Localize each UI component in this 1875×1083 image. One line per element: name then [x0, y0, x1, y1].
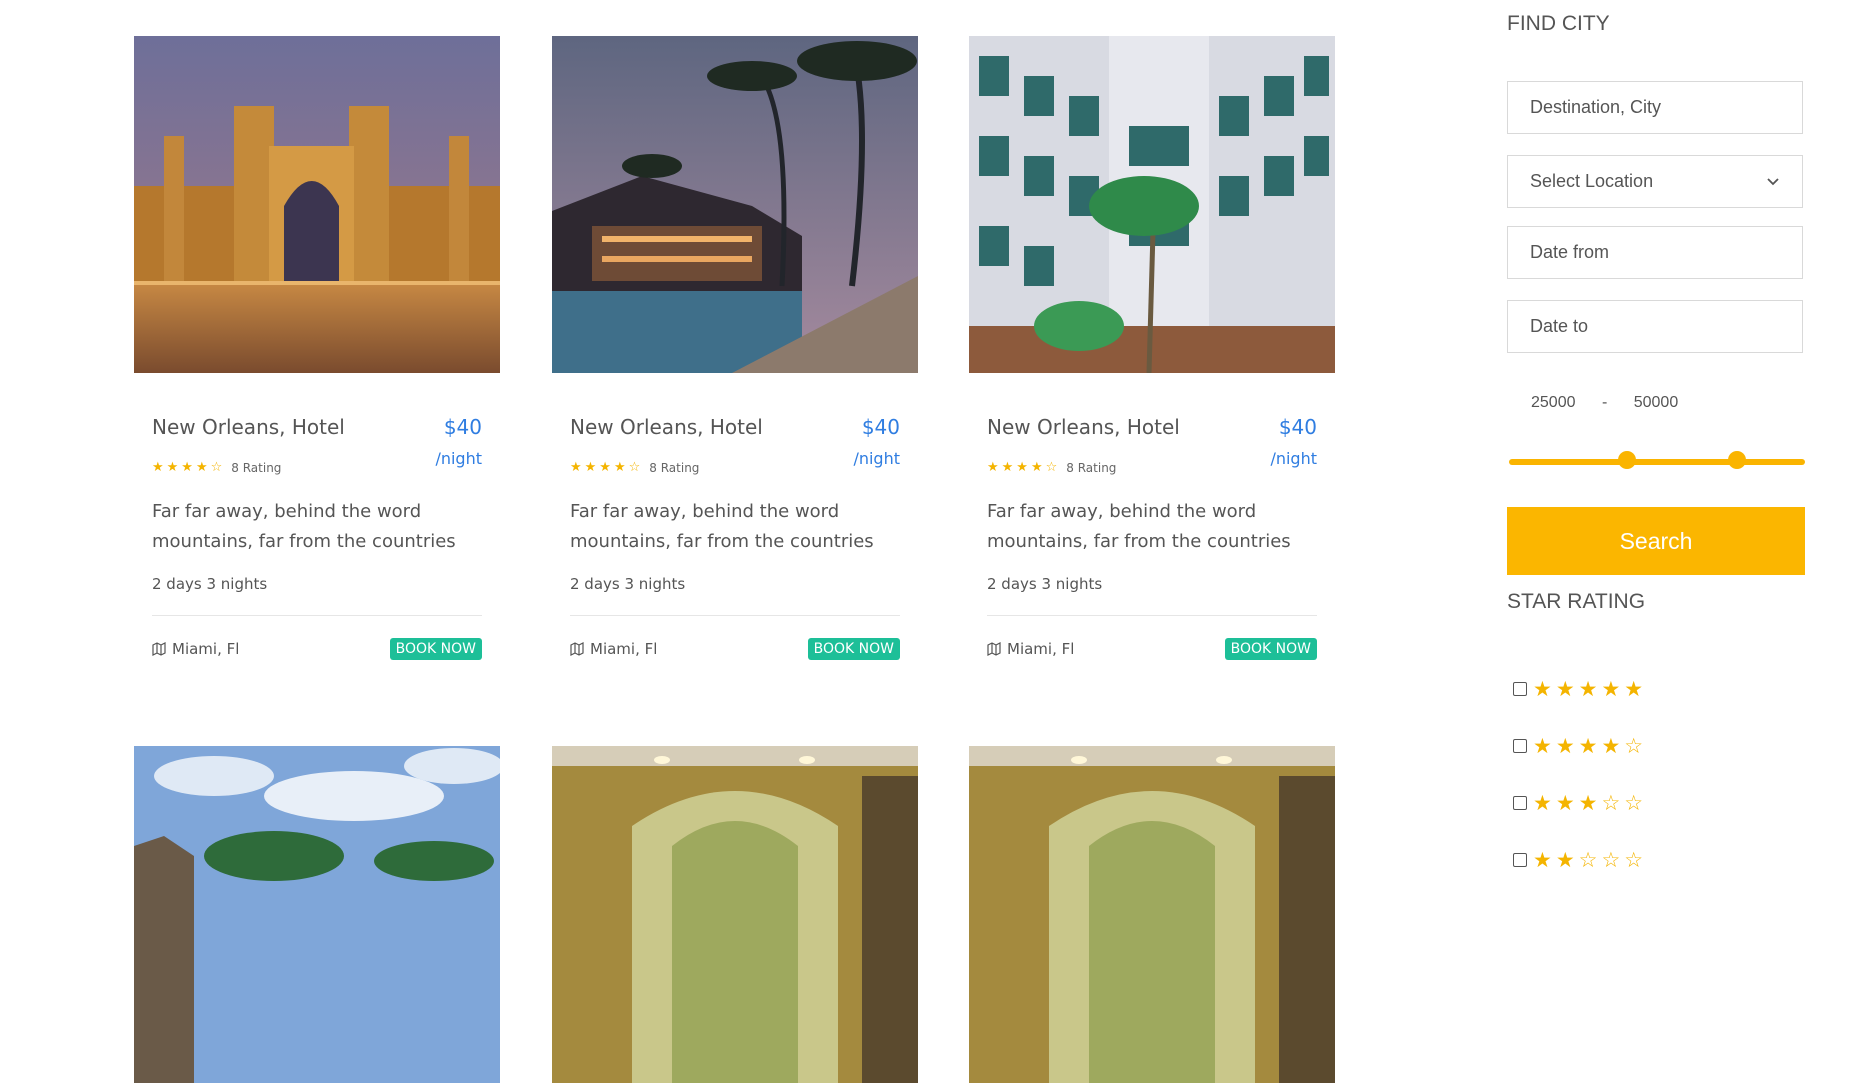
date-to-input[interactable]: Date to: [1507, 300, 1803, 353]
checkbox[interactable]: [1513, 682, 1527, 696]
star-filter-2[interactable]: ★★☆☆☆: [1513, 848, 1647, 872]
hotel-description: Far far away, behind the word mountains,…: [152, 501, 456, 552]
hotel-photo-palms: [134, 746, 500, 1083]
star-rating-icons: ★★★★☆: [570, 460, 644, 475]
destination-input[interactable]: Destination, City: [1507, 81, 1803, 134]
price-unit: /night: [435, 449, 482, 468]
hotel-card: [969, 746, 1335, 1083]
star-rating-icons: ★★★★☆: [152, 460, 226, 475]
divider: [152, 615, 482, 616]
hotel-card: New Orleans, Hotel $40 /night ★★★★☆ 8 Ra…: [134, 36, 500, 660]
hotel-photo-courtyard: [969, 36, 1335, 373]
search-button[interactable]: Search: [1507, 507, 1805, 575]
hotel-card: [552, 746, 918, 1083]
star-rating-icons: ★★★★☆: [987, 460, 1061, 475]
map-icon: [570, 642, 584, 656]
stay-duration: 2 days 3 nights: [987, 575, 1103, 593]
hotel-description: Far far away, behind the word mountains,…: [987, 501, 1291, 552]
price-separator: -: [1601, 394, 1608, 411]
star-icons: ★★☆☆☆: [1533, 848, 1648, 872]
find-city-heading: FIND CITY: [1507, 12, 1610, 35]
destination-placeholder: Destination, City: [1530, 97, 1662, 117]
price-amount: $40: [861, 415, 900, 439]
star-filter-4[interactable]: ★★★★☆: [1513, 734, 1647, 758]
map-icon: [987, 642, 1001, 656]
location: Miami, Fl: [570, 640, 657, 658]
price-unit: /night: [1270, 449, 1317, 468]
location-select-value: Select Location: [1530, 171, 1654, 191]
stay-duration: 2 days 3 nights: [152, 575, 268, 593]
hotel-image[interactable]: [134, 36, 500, 373]
location-text: Miami, Fl: [1007, 640, 1075, 658]
card-body: New Orleans, Hotel $40 /night ★★★★☆ 8 Ra…: [969, 373, 1335, 660]
star-icons: ★★★☆☆: [1533, 791, 1648, 815]
hotel-description: Far far away, behind the word mountains,…: [570, 501, 874, 552]
hotel-card: New Orleans, Hotel $40 /night ★★★★☆ 8 Ra…: [552, 36, 918, 660]
rating-count: 8 Rating: [231, 460, 282, 475]
divider: [987, 615, 1317, 616]
map-icon: [152, 642, 166, 656]
location: Miami, Fl: [987, 640, 1074, 658]
hotel-photo-pool: [552, 36, 918, 373]
star-icons: ★★★★☆: [1533, 734, 1648, 758]
checkbox[interactable]: [1513, 739, 1527, 753]
price-min[interactable]: 25000: [1531, 394, 1576, 411]
card-body: New Orleans, Hotel $40 /night ★★★★☆ 8 Ra…: [552, 373, 918, 660]
price: $40 /night: [853, 415, 900, 468]
star-filter-3[interactable]: ★★★☆☆: [1513, 791, 1647, 815]
price-amount: $40: [1278, 415, 1317, 439]
book-now-button[interactable]: BOOK NOW: [1224, 638, 1317, 660]
star-icons: ★★★★★: [1533, 677, 1648, 701]
sidebar: FIND CITY Destination, City Select Locat…: [1507, 0, 1805, 872]
price-unit: /night: [853, 449, 900, 468]
slider-thumb-max[interactable]: [1727, 451, 1746, 469]
hotel-image[interactable]: [134, 746, 500, 1083]
book-now-button[interactable]: BOOK NOW: [389, 638, 482, 660]
star-filter-5[interactable]: ★★★★★: [1513, 677, 1647, 701]
date-from-placeholder: Date from: [1530, 242, 1610, 262]
price-range-slider[interactable]: [1509, 451, 1805, 469]
date-from-input[interactable]: Date from: [1507, 226, 1803, 279]
price-range-values: 25000 - 50000: [1531, 394, 1700, 412]
hotel-image[interactable]: [552, 746, 918, 1083]
star-rating-heading: STAR RATING: [1507, 590, 1646, 613]
slider-thumb-min[interactable]: [1618, 451, 1637, 469]
hotel-photo-palace: [134, 36, 500, 373]
book-now-button[interactable]: BOOK NOW: [807, 638, 900, 660]
checkbox[interactable]: [1513, 853, 1527, 867]
hotel-card: [134, 746, 500, 1083]
card-body: New Orleans, Hotel $40 /night ★★★★☆ 8 Ra…: [134, 373, 500, 660]
checkbox[interactable]: [1513, 796, 1527, 810]
price-amount: $40: [443, 415, 482, 439]
price-max[interactable]: 50000: [1634, 394, 1679, 411]
rating-count: 8 Rating: [1066, 460, 1117, 475]
hotel-image[interactable]: [552, 36, 918, 373]
hotel-card: New Orleans, Hotel $40 /night ★★★★☆ 8 Ra…: [969, 36, 1335, 660]
price: $40 /night: [435, 415, 482, 468]
stay-duration: 2 days 3 nights: [570, 575, 686, 593]
chevron-down-icon: [1767, 177, 1779, 185]
price: $40 /night: [1270, 415, 1317, 468]
date-to-placeholder: Date to: [1530, 316, 1589, 336]
location-text: Miami, Fl: [590, 640, 658, 658]
divider: [570, 615, 900, 616]
location-text: Miami, Fl: [172, 640, 240, 658]
hotel-image[interactable]: [969, 36, 1335, 373]
hotel-photo-lobby: [969, 746, 1335, 1083]
rating-count: 8 Rating: [649, 460, 700, 475]
location: Miami, Fl: [152, 640, 239, 658]
hotel-image[interactable]: [969, 746, 1335, 1083]
location-select[interactable]: Select Location: [1507, 155, 1803, 208]
hotel-photo-lobby: [552, 746, 918, 1083]
